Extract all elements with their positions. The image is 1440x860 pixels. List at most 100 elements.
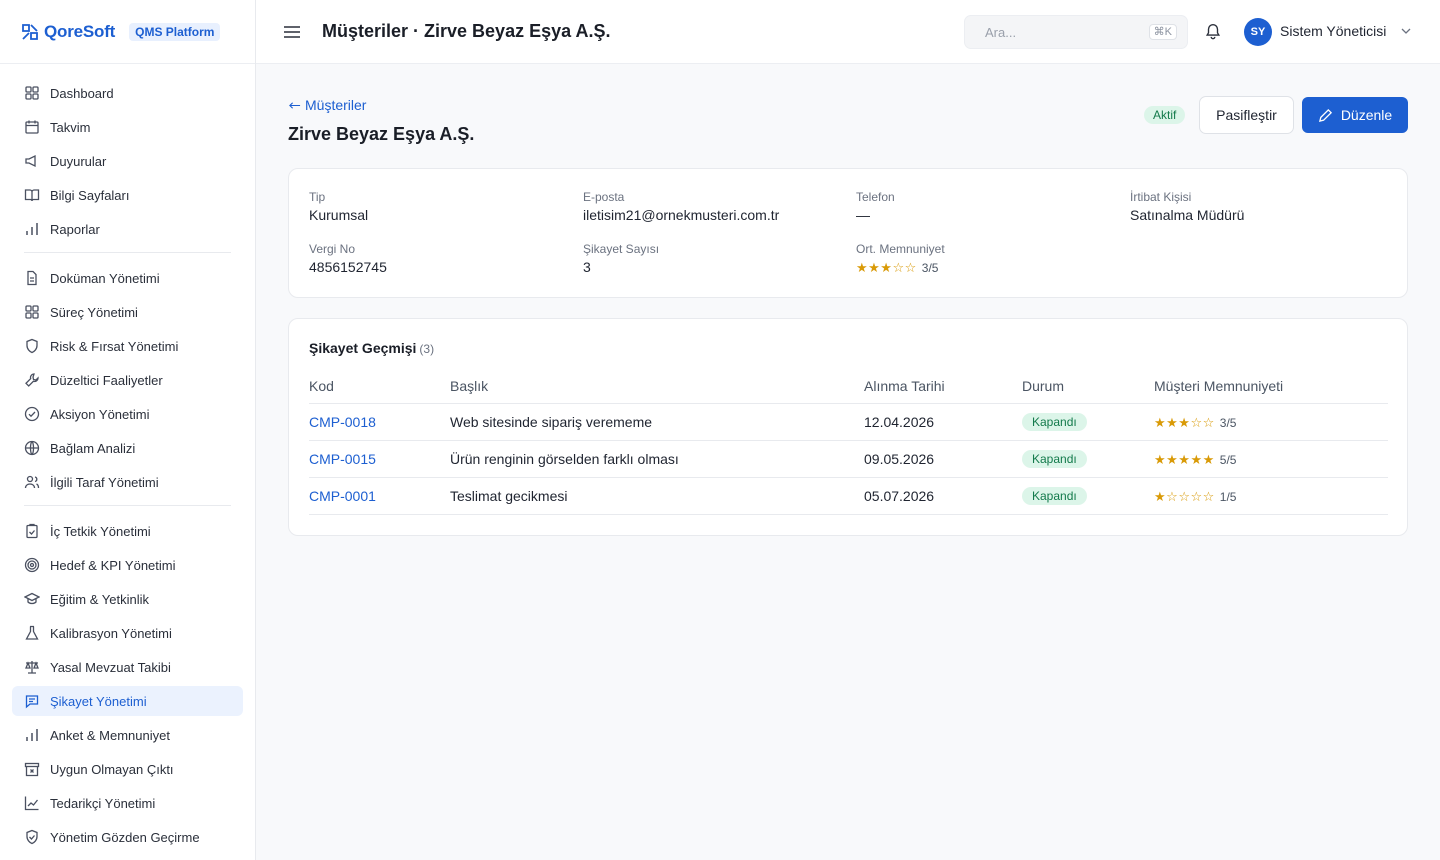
sidebar-item-tedarikçi-yönetimi[interactable]: Tedarikçi Yönetimi [12,788,243,818]
logo-icon [20,22,40,42]
col-header: Başlık [450,378,489,394]
rating-stars: ★☆☆☆☆ [1154,489,1215,504]
sidebar-item-takvim[interactable]: Takvim [12,112,243,142]
sidebar-item-bağlam-analizi[interactable]: Bağlam Analizi [12,433,243,463]
calendar-icon [24,119,40,135]
rating-text: 1/5 [1219,490,1237,504]
sidebar-item-label: Eğitim & Yetkinlik [50,591,149,607]
scale-icon [24,659,40,675]
sidebar-item-yasal-mevzuat-takibi[interactable]: Yasal Mevzuat Takibi [12,652,243,682]
field-label: E-posta [583,190,625,204]
sidebar-item-label: Doküman Yönetimi [50,270,160,286]
sidebar-item-şikayet-yönetimi[interactable]: Şikayet Yönetimi [12,686,243,716]
bell-icon[interactable] [1204,22,1224,42]
rating-text: 3/5 [1219,416,1237,430]
user-name[interactable]: Sistem Yöneticisi [1280,23,1386,39]
col-header: Müşteri Memnuniyeti [1154,378,1284,394]
status-badge: Aktif [1144,106,1186,124]
complaint-date: 09.05.2026 [864,451,935,467]
sidebar-item-i-lgili-taraf-yönetimi[interactable]: İlgili Taraf Yönetimi [12,467,243,497]
sidebar-item-uygun-olmayan-çıktı[interactable]: Uygun Olmayan Çıktı [12,754,243,784]
avatar[interactable]: SY [1244,18,1272,46]
sidebar-item-label: Anket & Memnuniyet [50,727,170,743]
rating-text: 5/5 [1219,453,1237,467]
table-row[interactable]: CMP-0001 Teslimat gecikmesi 05.07.2026 Kapa… [309,478,1388,515]
complaint-code-link[interactable]: CMP-0001 [309,488,376,504]
rating-stars: ★★★☆☆ [856,260,917,275]
field-value: 3 [583,259,591,275]
customer-info-card: Tip Kurumsal E-posta iletisim21@ornekmus… [288,168,1408,298]
brand-logo[interactable]: QoreSoft [20,22,115,42]
sidebar-item-label: Süreç Yönetimi [50,304,138,320]
line-chart-icon [24,795,40,811]
shield-check-icon [24,829,40,845]
back-link[interactable]: Müşteriler [288,97,366,113]
sidebar-item-i-ç-tetkik-yönetimi[interactable]: İç Tetkik Yönetimi [12,516,243,546]
field-contact: İrtibat Kişisi Satınalma Müdürü [1130,190,1244,223]
sidebar-item-hedef-kpi-yönetimi[interactable]: Hedef & KPI Yönetimi [12,550,243,580]
search-shortcut: ⌘K [1148,24,1177,40]
complaint-title: Ürün renginin görselden farklı olması [450,451,679,467]
field-value: Satınalma Müdürü [1130,207,1245,223]
field-value: iletisim21@ornekmusteri.com.tr [583,207,780,223]
sidebar-item-label: Tedarikçi Yönetimi [50,795,156,811]
complaint-history-card: Şikayet Geçmişi (3) Kod Başlık Alınma Tar… [288,318,1408,536]
sidebar-item-bilgi-sayfaları[interactable]: Bilgi Sayfaları [12,180,243,210]
sidebar-item-aksiyon-yönetimi[interactable]: Aksiyon Yönetimi [12,399,243,429]
wrench-icon [24,372,40,388]
grid-icon [24,304,40,320]
sidebar-item-kalibrasyon-yönetimi[interactable]: Kalibrasyon Yönetimi [12,618,243,648]
brand-name: QoreSoft [44,21,116,41]
sidebar-item-yönetim-gözden-geçirme[interactable]: Yönetim Gözden Geçirme [12,822,243,852]
rating: ★★★★★ 5/5 [1154,451,1236,469]
globe-icon [24,440,40,456]
message-icon [24,693,40,709]
table-row[interactable]: CMP-0018 Web sitesinde sipariş verememe 12… [309,404,1388,441]
complaint-date: 12.04.2026 [864,414,935,430]
status-badge: Kapandı [1022,450,1087,468]
pencil-icon [1318,108,1333,123]
field-label: Vergi No [309,242,356,256]
sidebar-item-raporlar[interactable]: Raporlar [12,214,243,244]
complaint-code-link[interactable]: CMP-0015 [309,451,376,467]
complaint-code-link[interactable]: CMP-0018 [309,414,376,430]
grid-icon [24,85,40,101]
table-row[interactable]: CMP-0015 Ürün renginin görselden farklı o… [309,441,1388,478]
sidebar-item-label: Yönetim Gözden Geçirme [50,829,200,845]
users-icon [24,474,40,490]
field-tax: Vergi No 4856152745 [309,242,387,275]
field-value: — [856,207,870,223]
menu-icon[interactable] [282,22,302,42]
sidebar-item-label: Aksiyon Yönetimi [50,406,150,422]
rating: ★☆☆☆☆ 1/5 [1154,488,1236,506]
clipboard-check-icon [24,523,40,539]
sidebar-item-anket-memnuniyet[interactable]: Anket & Memnuniyet [12,720,243,750]
graduation-cap-icon [24,591,40,607]
sidebar-item-label: Kalibrasyon Yönetimi [50,625,172,641]
rating-text: 3/5 [921,261,939,275]
field-label: Ort. Memnuniyet [856,242,945,256]
bar-chart-icon [24,221,40,237]
sidebar-item-eğitim-yetkinlik[interactable]: Eğitim & Yetkinlik [12,584,243,614]
sidebar-item-düzeltici-faaliyetler[interactable]: Düzeltici Faaliyetler [12,365,243,395]
sidebar-item-süreç-yönetimi[interactable]: Süreç Yönetimi [12,297,243,327]
sidebar-item-label: Bilgi Sayfaları [50,187,130,203]
back-link-label: Müşteriler [305,97,367,113]
complaint-table: Kod Başlık Alınma Tarihi Durum Müşteri M… [309,369,1388,515]
arrow-left-icon [288,99,301,112]
deactivate-button[interactable]: Pasifleştir [1199,96,1294,134]
sidebar-item-dashboard[interactable]: Dashboard [12,78,243,108]
sidebar-item-label: Takvim [50,119,91,135]
chevron-down-icon[interactable] [1399,24,1413,38]
sidebar-item-risk-fırsat-yönetimi[interactable]: Risk & Fırsat Yönetimi [12,331,243,361]
main-content: Müşteriler Zirve Beyaz Eşya A.Ş. Aktif P… [256,64,1440,860]
search-input[interactable] [985,24,1135,40]
complaint-title: Web sitesinde sipariş verememe [450,414,653,430]
sidebar-item-doküman-yönetimi[interactable]: Doküman Yönetimi [12,263,243,293]
sidebar-item-label: Risk & Fırsat Yönetimi [50,338,179,354]
edit-button[interactable]: Düzenle [1302,97,1408,133]
sidebar-item-label: Uygun Olmayan Çıktı [50,761,174,777]
sidebar-item-duyurular[interactable]: Duyurular [12,146,243,176]
table-body: CMP-0018 Web sitesinde sipariş verememe 12… [309,404,1388,515]
megaphone-icon [24,153,40,169]
